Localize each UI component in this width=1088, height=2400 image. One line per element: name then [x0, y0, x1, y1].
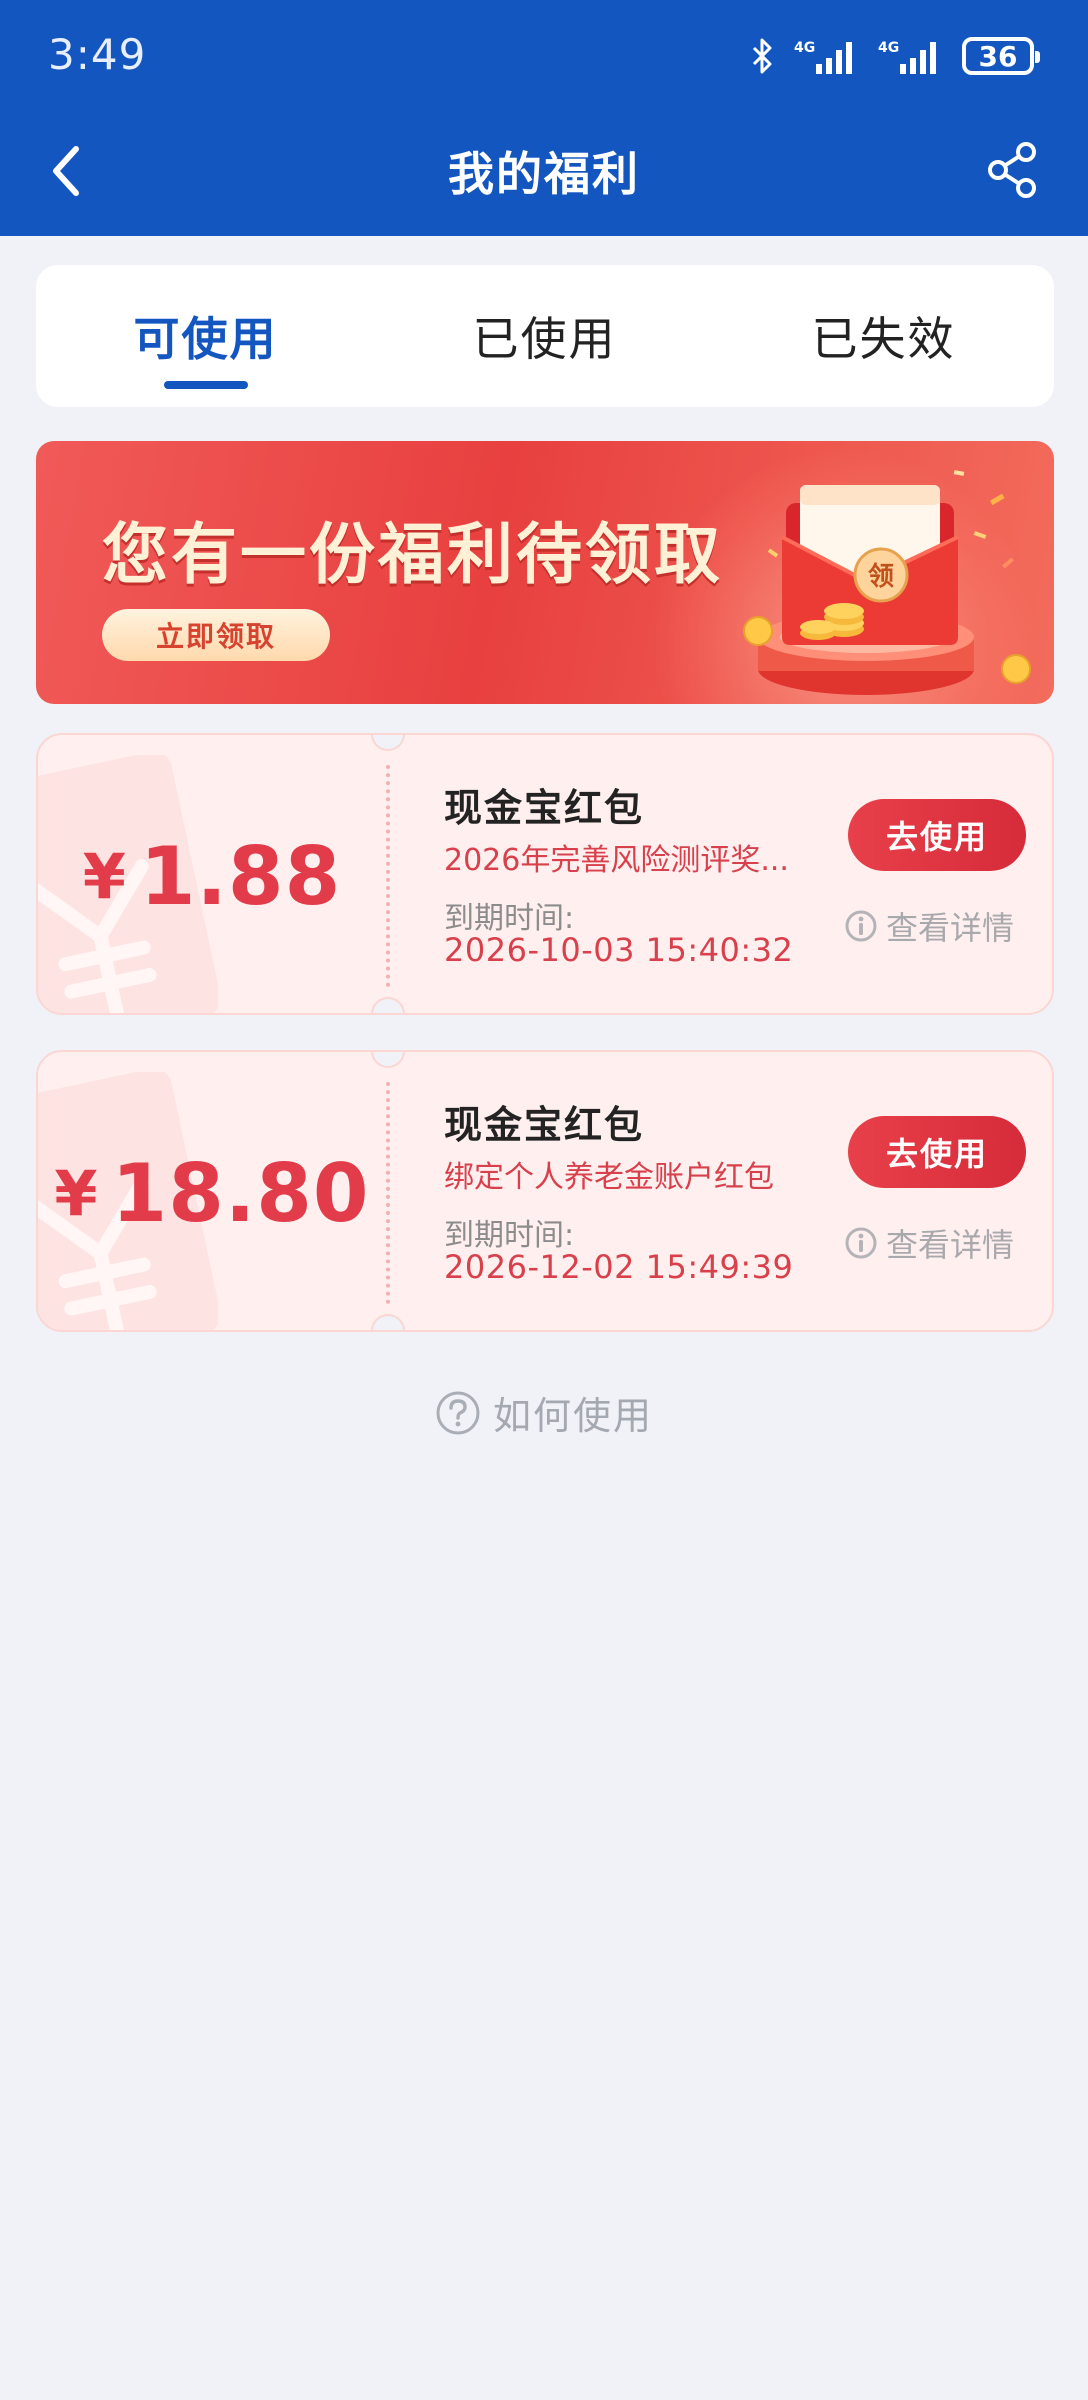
currency-symbol: ¥: [82, 839, 126, 913]
info-icon: [845, 1227, 877, 1259]
page-title: 我的福利: [448, 147, 640, 201]
tab-bar: 可使用 已使用 已失效: [36, 265, 1054, 407]
promo-banner[interactable]: 您有一份福利待领取 立即领取 领: [36, 441, 1054, 704]
share-icon: [988, 142, 1036, 198]
coupon-description: 2026年完善风险测评奖...: [444, 843, 789, 878]
coupon-title: 现金宝红包: [444, 786, 645, 830]
claim-now-button[interactable]: 立即领取: [102, 609, 330, 661]
view-details-link[interactable]: 查看详情: [844, 1220, 1014, 1266]
app-header: 3:49 4G 4G 36 我的福利: [0, 0, 1088, 236]
view-details-label: 查看详情: [886, 909, 1015, 947]
banner-title: 您有一份福利待领取: [102, 516, 723, 593]
status-icons: 4G 4G 36: [750, 32, 1040, 80]
view-details-label: 查看详情: [886, 1226, 1015, 1264]
currency-symbol: ¥: [54, 1156, 98, 1230]
battery-icon: 36: [962, 37, 1040, 75]
coupon-amount: ¥ 18.80: [38, 1052, 386, 1330]
status-time: 3:49: [48, 30, 147, 79]
info-icon: [845, 910, 877, 942]
coupon-amount: ¥ 1.88: [38, 735, 386, 1013]
amount-value: 18.80: [111, 1146, 370, 1240]
coupon-amount-panel: ¥ 1.88: [38, 735, 386, 1013]
perforation-line: [386, 765, 390, 987]
coupon-description: 绑定个人养老金账户红包: [444, 1160, 774, 1195]
amount-value: 1.88: [139, 829, 342, 923]
how-to-use-link[interactable]: 如何使用: [0, 1385, 1088, 1440]
use-coupon-button[interactable]: 去使用: [848, 799, 1026, 871]
svg-text:4G: 4G: [794, 40, 815, 56]
tab-active-indicator: [164, 381, 248, 389]
view-details-link[interactable]: 查看详情: [844, 903, 1014, 949]
share-button[interactable]: [982, 140, 1042, 200]
coupon-card[interactable]: ¥ 1.88 现金宝红包 2026年完善风险测评奖... 到期时间: 2026-…: [36, 733, 1054, 1015]
question-icon: [436, 1391, 480, 1434]
how-to-use-label: 如何使用: [492, 1394, 653, 1438]
coupon-amount-panel: ¥ 18.80: [38, 1052, 386, 1330]
envelope-seal-label: 领: [868, 561, 894, 592]
tab-expired[interactable]: 已失效: [714, 265, 1053, 407]
red-envelope-illustration: 领: [743, 470, 1031, 695]
use-coupon-button[interactable]: 去使用: [848, 1116, 1026, 1188]
expiry-time: 2026-10-03 15:40:32: [444, 931, 794, 969]
coupon-title: 现金宝红包: [444, 1103, 645, 1147]
battery-level: 36: [978, 39, 1018, 73]
signal-4g-icon: 4G: [794, 36, 858, 76]
tab-used[interactable]: 已使用: [375, 265, 714, 407]
svg-text:4G: 4G: [878, 40, 899, 56]
signal-4g-icon: 4G: [878, 36, 942, 76]
bluetooth-icon: [750, 36, 774, 76]
coupon-card[interactable]: ¥ 18.80 现金宝红包 绑定个人养老金账户红包 到期时间: 2026-12-…: [36, 1050, 1054, 1332]
expiry-time: 2026-12-02 15:49:39: [444, 1248, 794, 1286]
perforation-line: [386, 1082, 390, 1304]
